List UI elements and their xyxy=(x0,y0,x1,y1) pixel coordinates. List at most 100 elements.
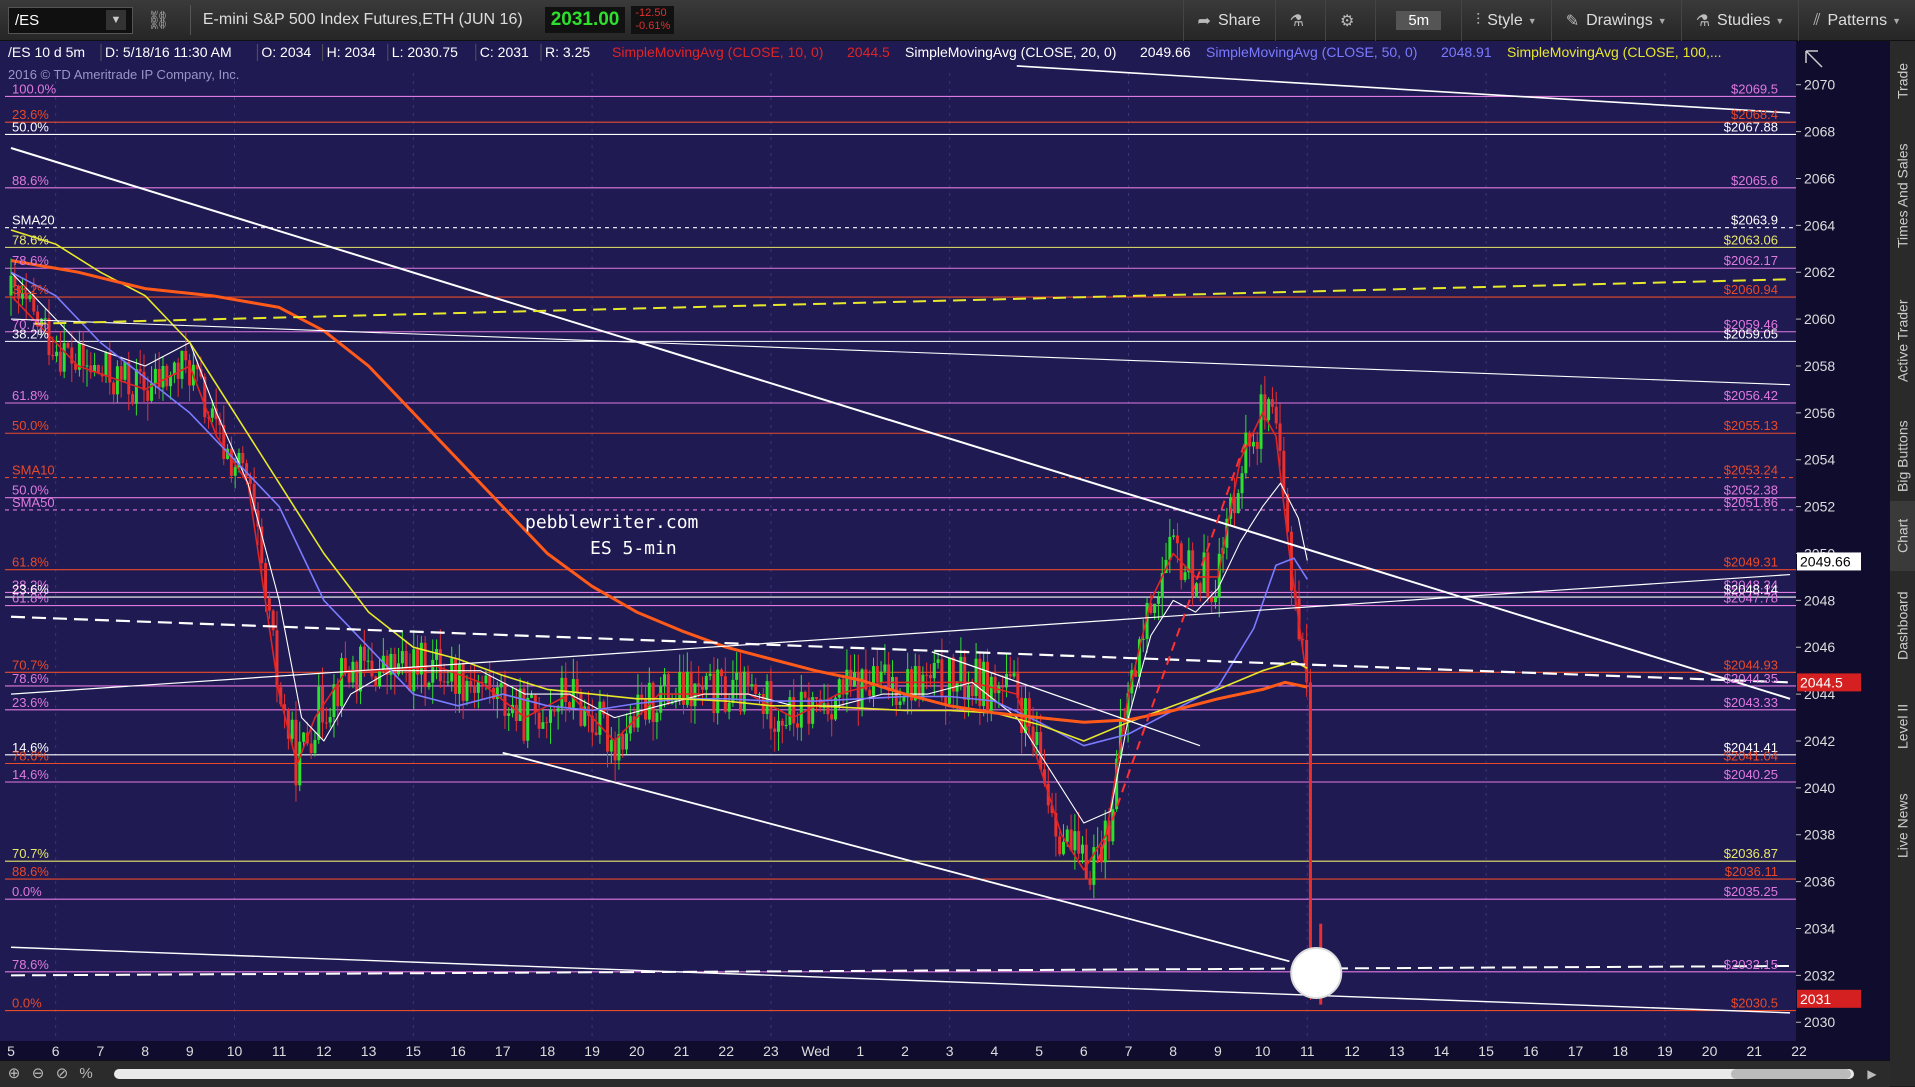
study-label: SimpleMovingAvg (CLOSE, 100,... xyxy=(1507,44,1722,60)
scroll-right-icon[interactable]: ▶ xyxy=(1862,1064,1882,1084)
x-tick-label: 17 xyxy=(1568,1043,1584,1059)
candle-body xyxy=(689,671,693,707)
sidebar-tab-big-buttons[interactable]: Big Buttons xyxy=(1890,411,1915,501)
candle-body xyxy=(157,368,161,388)
x-tick-label: 22 xyxy=(718,1043,734,1059)
settings-button[interactable]: ⚙ xyxy=(1324,0,1375,41)
candle-body xyxy=(302,732,306,742)
candle-body xyxy=(457,663,461,694)
candle-body xyxy=(568,702,572,708)
candle-body xyxy=(754,684,758,695)
sidebar-tab-live-news[interactable]: Live News xyxy=(1890,771,1915,881)
style-button[interactable]: ⫶ Style ▼ xyxy=(1461,0,1551,41)
right-sidebar: Trade Times And Sales Active Trader Big But… xyxy=(1889,41,1915,1086)
sidebar-tab-level-ii[interactable]: Level II xyxy=(1890,681,1915,771)
x-tick-label: 5 xyxy=(7,1043,15,1059)
candle-body xyxy=(776,720,780,732)
share-button[interactable]: ➦ Share xyxy=(1182,0,1275,41)
link-icon[interactable]: ⛓ xyxy=(147,10,170,31)
x-tick-label: 7 xyxy=(1125,1043,1133,1059)
level-left-label: 14.6% xyxy=(12,767,49,782)
studies-button[interactable]: ⚗ Studies ▼ xyxy=(1680,0,1799,41)
candle-body xyxy=(241,452,245,464)
copyright-text: 2016 © TD Ameritrade IP Company, Inc. xyxy=(8,67,239,82)
x-tick-label: 12 xyxy=(316,1043,332,1059)
net-change: -12.50 xyxy=(635,7,667,19)
symbol-description: E-mini S&P 500 Index Futures,ETH (JUN 16… xyxy=(202,11,523,28)
sidebar-tab-chart[interactable]: Chart xyxy=(1890,501,1915,571)
chevron-down-icon[interactable]: ▼ xyxy=(106,10,126,30)
study-value: 2044.5 xyxy=(847,44,890,60)
sidebar-tab-dashboard[interactable]: Dashboard xyxy=(1890,571,1915,681)
candle-body xyxy=(1244,432,1248,474)
candle-body xyxy=(499,682,503,688)
time-scrollbar[interactable] xyxy=(114,1069,1854,1079)
y-tick-label: 2056 xyxy=(1804,405,1835,421)
candle-body xyxy=(875,666,879,683)
flask-button[interactable]: ⚗ xyxy=(1274,0,1325,41)
y-tick-label: 2052 xyxy=(1804,499,1835,515)
level-price-label: $2069.5 xyxy=(1731,81,1778,96)
candle-body xyxy=(993,676,997,694)
y-tick-label: 2034 xyxy=(1804,920,1835,936)
share-icon: ➦ xyxy=(1197,12,1211,30)
bar-info: H: 2034 xyxy=(327,44,376,60)
level-price-label: $2035.25 xyxy=(1724,884,1778,899)
candle-body xyxy=(701,685,705,690)
level-left-label: SMA10 xyxy=(12,463,55,478)
x-tick-label: 14 xyxy=(1434,1043,1450,1059)
zoom-out-icon[interactable]: ⊖ xyxy=(28,1064,48,1084)
level-left-label: 23.6% xyxy=(12,695,49,710)
drag-zoom-icon[interactable]: ⊘ xyxy=(52,1064,72,1084)
annotation-timeframe: ES 5-min xyxy=(590,538,677,559)
symbol-text: /ES xyxy=(15,11,40,29)
candle-body xyxy=(655,712,659,723)
x-tick-label: 18 xyxy=(540,1043,556,1059)
study-value: 2048.91 xyxy=(1441,44,1492,60)
level-left-label: 100.0% xyxy=(12,81,57,96)
zoom-in-icon[interactable]: ⊕ xyxy=(4,1064,24,1084)
candle-body xyxy=(1210,597,1214,603)
x-tick-label: 5 xyxy=(1035,1043,1043,1059)
toolbar-divider xyxy=(189,5,191,35)
x-tick-label: 1 xyxy=(856,1043,864,1059)
candle-body xyxy=(697,683,701,686)
percent-icon[interactable]: % xyxy=(76,1064,96,1084)
candle-body xyxy=(1175,535,1179,544)
sidebar-tab-trade[interactable]: Trade xyxy=(1890,41,1915,121)
share-label: Share xyxy=(1217,11,1261,29)
candle-body xyxy=(119,366,123,380)
candle-body xyxy=(442,681,446,683)
level-left-label: 0.0% xyxy=(12,884,42,899)
x-tick-label: 20 xyxy=(629,1043,645,1059)
candle-body xyxy=(522,688,526,741)
candle-body xyxy=(1267,399,1271,421)
candle-body xyxy=(1259,394,1263,449)
study-label: SimpleMovingAvg (CLOSE, 10, 0) xyxy=(612,44,823,60)
candle-body xyxy=(340,658,344,707)
patterns-button[interactable]: ⫽ Patterns ▼ xyxy=(1798,0,1915,41)
candle-body xyxy=(830,714,834,720)
sidebar-tab-times-and-sales[interactable]: Times And Sales xyxy=(1890,121,1915,271)
price-chart[interactable]: 2030203220342036203820402042204420462048… xyxy=(0,41,1890,1086)
candle-body xyxy=(951,657,955,692)
candle-body xyxy=(647,682,651,720)
y-tick-label: 2062 xyxy=(1804,264,1835,280)
candle-body xyxy=(704,675,708,690)
scrollbar-thumb[interactable] xyxy=(1731,1069,1851,1079)
drawings-button[interactable]: ✎ Drawings ▼ xyxy=(1550,0,1681,41)
chevron-down-icon: ▼ xyxy=(1527,15,1537,26)
sidebar-tab-active-trader[interactable]: Active Trader xyxy=(1890,271,1915,411)
symbol-input[interactable]: /ES ▼ xyxy=(8,6,133,34)
candle-body xyxy=(1213,597,1217,603)
level-price-label: $2059.05 xyxy=(1724,326,1778,341)
candle-body xyxy=(366,660,370,662)
level-price-label: $2041.04 xyxy=(1724,748,1778,763)
candle-body xyxy=(229,448,233,476)
candle-body xyxy=(484,675,488,684)
candle-body xyxy=(746,671,750,687)
price-marker-label: 2031 xyxy=(1800,991,1831,1007)
level-left-label: 61.8% xyxy=(12,591,49,606)
candle-body xyxy=(727,702,731,712)
aggregation-selector[interactable]: 5m xyxy=(1375,0,1461,41)
